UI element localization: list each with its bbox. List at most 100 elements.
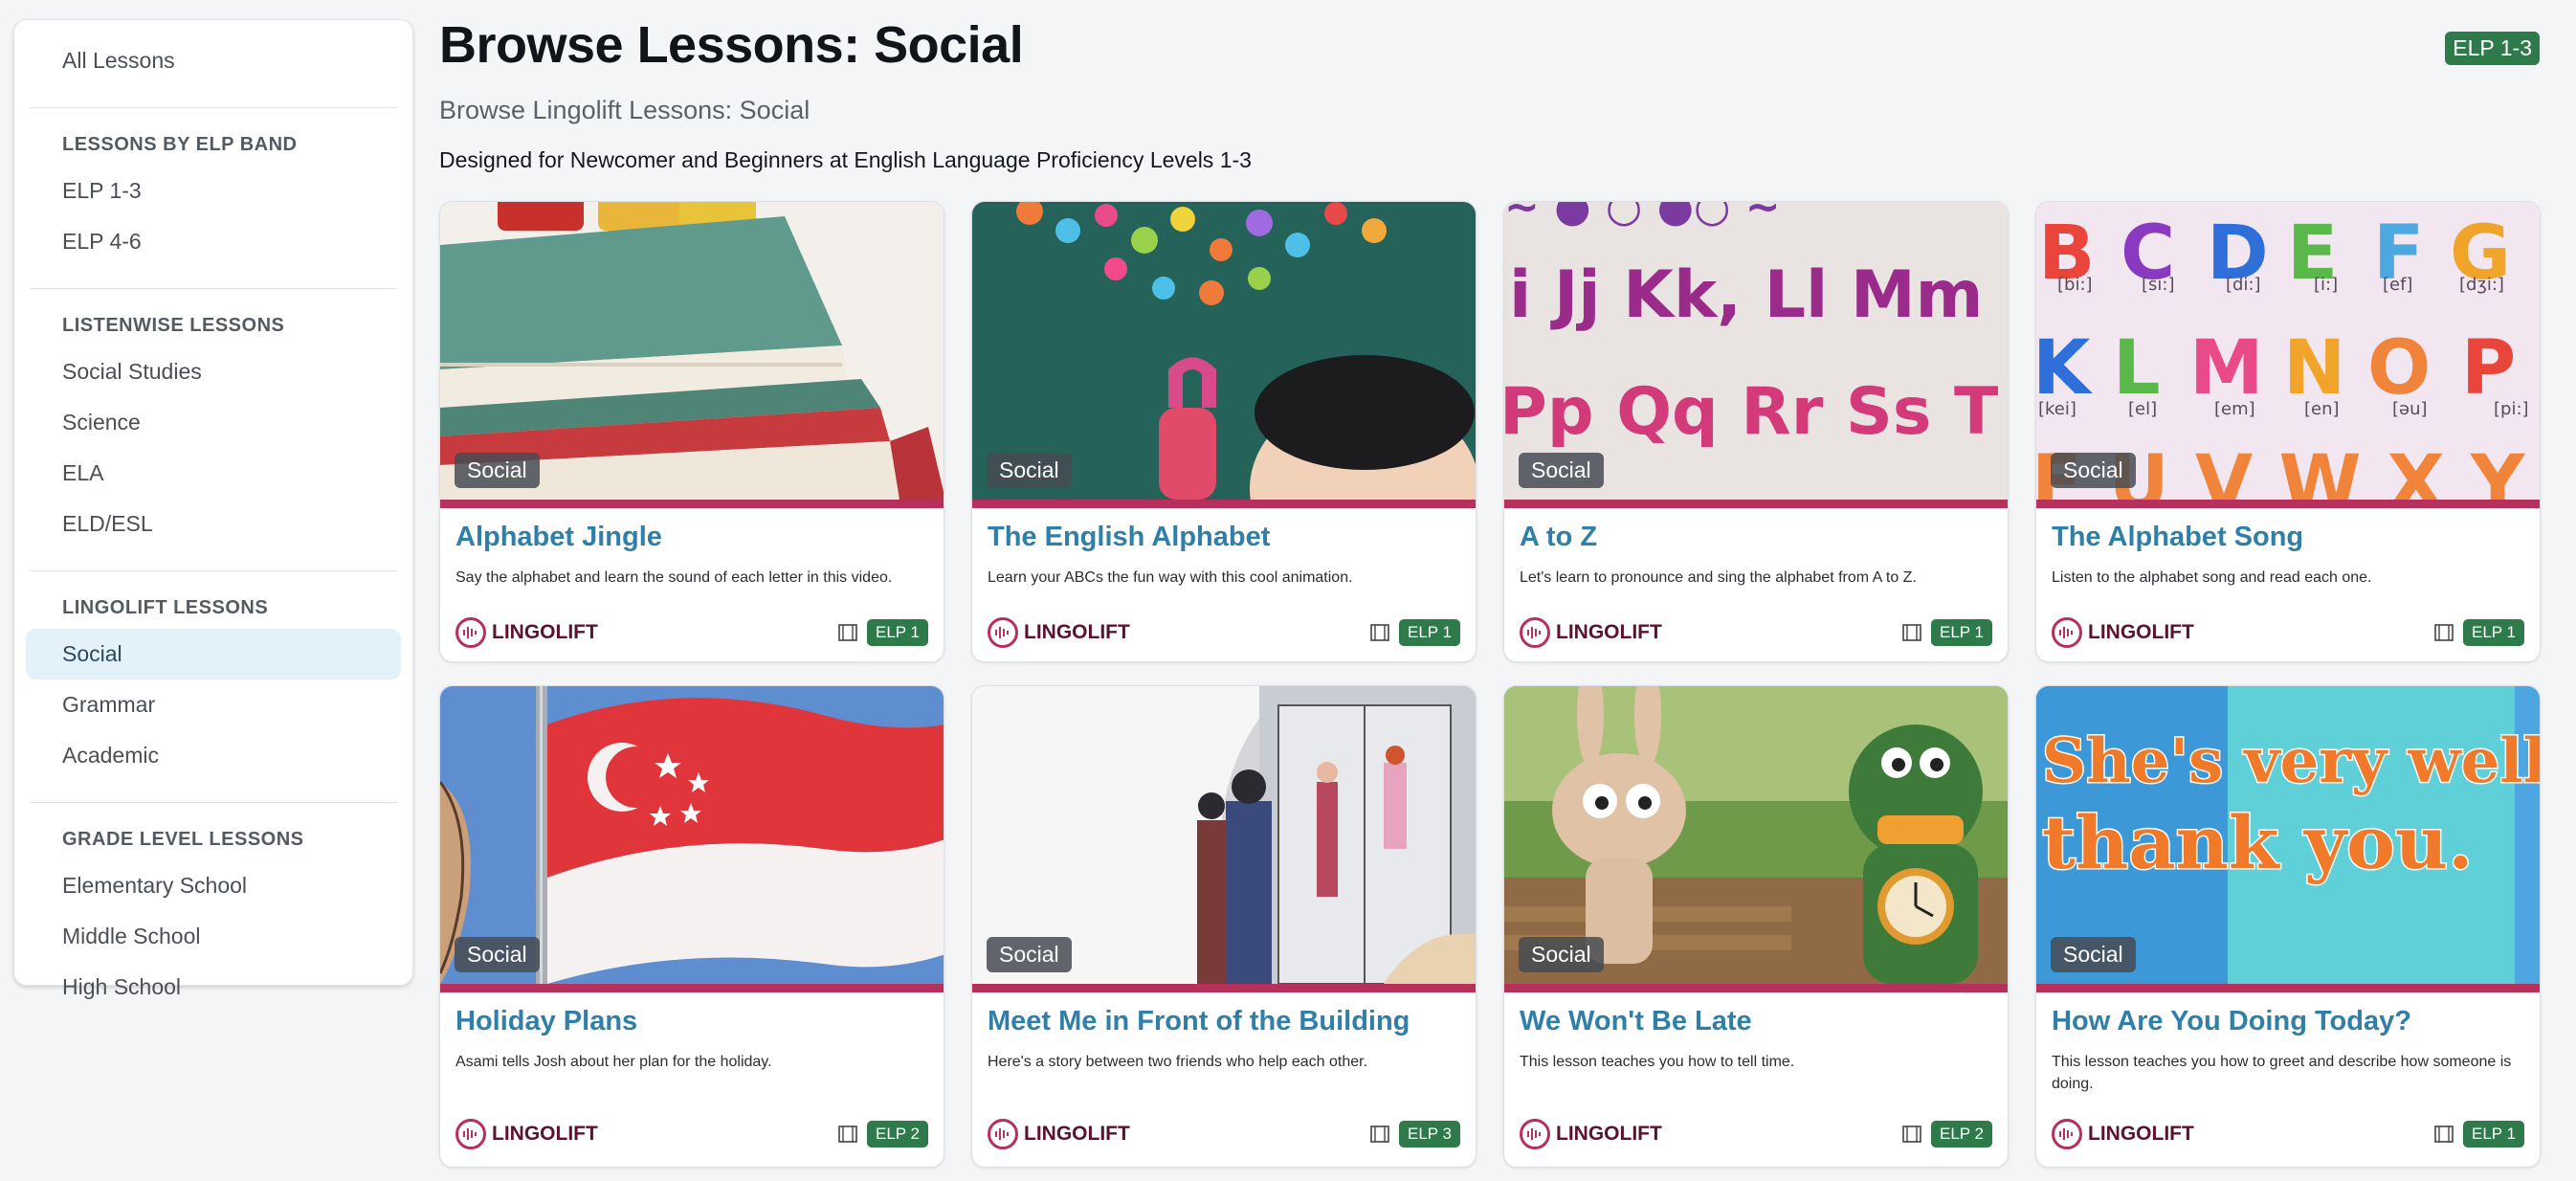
- sidebar-item-academic[interactable]: Academic: [26, 730, 401, 781]
- elp-band-badge: ELP 1-3: [2445, 32, 2540, 65]
- video-icon: [1370, 624, 1389, 641]
- sidebar-heading-listenwise: LISTENWISE LESSONS: [62, 315, 285, 336]
- lesson-card[interactable]: Social Alphabet Jingle Say the alphabet …: [439, 201, 944, 662]
- letters-thumbnail: i Jj Kk, Ll Mm Pp Qq Rr Ss T ~ ● ○ ●○ ~ …: [1504, 202, 2008, 500]
- accent-bar: [2036, 500, 2540, 508]
- lingolift-logo-icon: [1520, 1119, 1550, 1149]
- sidebar-item-middle-school[interactable]: Middle School: [26, 911, 401, 962]
- brand-label: LINGOLIFT: [1556, 621, 1662, 643]
- card-description: Listen to the alphabet song and read eac…: [2052, 569, 2372, 586]
- elp-level-badge: ELP 1: [2462, 1121, 2524, 1148]
- subject-tag: Social: [455, 937, 540, 972]
- svg-text:[si:]: [si:]: [2142, 275, 2175, 295]
- card-title[interactable]: Holiday Plans: [455, 1006, 928, 1037]
- sidebar-item-elp-1-3[interactable]: ELP 1-3: [26, 166, 401, 216]
- lingolift-brand: LINGOLIFT: [455, 617, 598, 648]
- svg-text:[ef]: [ef]: [2383, 275, 2412, 295]
- sidebar: All Lessons LESSONS BY ELP BAND ELP 1-3 …: [13, 19, 413, 999]
- lesson-card[interactable]: Social We Won't Be Late This lesson teac…: [1503, 685, 2009, 1168]
- lesson-card[interactable]: i Jj Kk, Ll Mm Pp Qq Rr Ss T ~ ● ○ ●○ ~ …: [1503, 201, 2009, 662]
- card-title[interactable]: The Alphabet Song: [2052, 522, 2524, 553]
- video-icon: [1370, 1125, 1389, 1143]
- sidebar-divider: [30, 288, 397, 289]
- lingolift-logo-icon: [2052, 617, 2082, 648]
- svg-text:[əu]: [əu]: [2392, 399, 2428, 419]
- lesson-card[interactable]: Social The English Alphabet Learn your A…: [971, 201, 1477, 662]
- brand-label: LINGOLIFT: [1556, 1123, 1662, 1145]
- sidebar-item-grammar[interactable]: Grammar: [26, 680, 401, 730]
- subject-tag: Social: [2051, 453, 2136, 488]
- svg-text:[kei]: [kei]: [2038, 399, 2076, 419]
- lingolift-logo-icon: [988, 617, 1018, 648]
- accent-bar: [1504, 984, 2008, 992]
- letters-row-one: i Jj Kk, Ll Mm: [1509, 257, 1984, 333]
- svg-text:[bi:]: [bi:]: [2057, 275, 2093, 295]
- lingolift-brand: LINGOLIFT: [988, 617, 1130, 648]
- sidebar-divider: [30, 802, 397, 803]
- accent-bar: [972, 984, 1476, 992]
- elp-level-badge: ELP 1: [866, 619, 928, 646]
- card-description: Here's a story between two friends who h…: [988, 1054, 1368, 1070]
- svg-text:[el]: [el]: [2128, 399, 2157, 419]
- lesson-card[interactable]: Social Holiday Plans Asami tells Josh ab…: [439, 685, 944, 1168]
- subject-tag: Social: [1519, 453, 1604, 488]
- card-description: Learn your ABCs the fun way with this co…: [988, 569, 1353, 586]
- alphabet-song-thumbnail: B C D E F G K L M N O P F U V W X Y [bi:…: [2036, 202, 2540, 500]
- lingolift-brand: LINGOLIFT: [455, 1119, 598, 1149]
- sidebar-item-elementary-school[interactable]: Elementary School: [26, 860, 401, 911]
- card-title[interactable]: Meet Me in Front of the Building: [988, 1006, 1460, 1037]
- sidebar-divider: [30, 570, 397, 571]
- card-description: This lesson teaches you how to tell time…: [1520, 1054, 1795, 1070]
- sidebar-item-ela[interactable]: ELA: [26, 448, 401, 499]
- lingolift-brand: LINGOLIFT: [1520, 617, 1662, 648]
- page-title: Browse Lessons: Social: [439, 16, 1024, 74]
- video-icon: [1902, 1125, 1921, 1143]
- svg-text:[i:]: [i:]: [2314, 275, 2338, 295]
- letters-row-two: Pp Qq Rr Ss T: [1504, 374, 1999, 450]
- sidebar-heading-lingolift: LINGOLIFT LESSONS: [62, 597, 269, 618]
- card-title[interactable]: The English Alphabet: [988, 522, 1460, 553]
- svg-text:[pi:]: [pi:]: [2494, 399, 2529, 419]
- svg-text:[en]: [en]: [2304, 399, 2340, 419]
- sidebar-item-social[interactable]: Social: [26, 629, 401, 680]
- lesson-card[interactable]: She's very well, thank you. Social How A…: [2035, 685, 2541, 1168]
- video-icon: [838, 624, 857, 641]
- card-title[interactable]: A to Z: [1520, 522, 1992, 553]
- building-thumbnail: Social: [972, 686, 1476, 984]
- lesson-card[interactable]: Social Meet Me in Front of the Building …: [971, 685, 1477, 1168]
- card-title[interactable]: Alphabet Jingle: [455, 522, 928, 553]
- svg-text:[dʒi:]: [dʒi:]: [2459, 275, 2504, 295]
- elp-level-badge: ELP 1: [1398, 619, 1460, 646]
- lesson-grid: Social Alphabet Jingle Say the alphabet …: [439, 201, 2541, 1168]
- sidebar-item-all-lessons[interactable]: All Lessons: [26, 35, 401, 86]
- sidebar-item-social-studies[interactable]: Social Studies: [26, 346, 401, 397]
- card-description: This lesson teaches you how to greet and…: [2052, 1054, 2512, 1092]
- subject-tag: Social: [1519, 937, 1604, 972]
- elp-level-badge: ELP 3: [1398, 1121, 1460, 1148]
- lingolift-brand: LINGOLIFT: [988, 1119, 1130, 1149]
- elp-level-badge: ELP 2: [866, 1121, 928, 1148]
- video-icon: [2434, 624, 2454, 641]
- brand-label: LINGOLIFT: [492, 1123, 598, 1145]
- lingolift-brand: LINGOLIFT: [2052, 1119, 2194, 1149]
- sidebar-item-science[interactable]: Science: [26, 397, 401, 448]
- lingolift-brand: LINGOLIFT: [2052, 617, 2194, 648]
- lingolift-brand: LINGOLIFT: [1520, 1119, 1662, 1149]
- subject-tag: Social: [2051, 937, 2136, 972]
- card-title[interactable]: How Are You Doing Today?: [2052, 1006, 2524, 1037]
- brand-label: LINGOLIFT: [2088, 1123, 2194, 1145]
- svg-text:[em]: [em]: [2214, 399, 2255, 419]
- magnet-letters-thumbnail: Social: [972, 202, 1476, 500]
- svg-text:~ ● ○ ●○ ~: ~ ● ○ ●○ ~: [1504, 202, 1781, 232]
- brand-label: LINGOLIFT: [1024, 621, 1130, 643]
- card-title[interactable]: We Won't Be Late: [1520, 1006, 1992, 1037]
- sidebar-item-eld-esl[interactable]: ELD/ESL: [26, 499, 401, 549]
- accent-bar: [972, 500, 1476, 508]
- sidebar-item-elp-4-6[interactable]: ELP 4-6: [26, 216, 401, 267]
- lesson-card[interactable]: B C D E F G K L M N O P F U V W X Y [bi:…: [2035, 201, 2541, 662]
- sidebar-item-high-school[interactable]: High School: [26, 962, 401, 1013]
- puppets-thumbnail: Social: [1504, 686, 2008, 984]
- greeting-thumbnail: She's very well, thank you. Social: [2036, 686, 2540, 984]
- brand-label: LINGOLIFT: [1024, 1123, 1130, 1145]
- card-description: Asami tells Josh about her plan for the …: [455, 1054, 772, 1070]
